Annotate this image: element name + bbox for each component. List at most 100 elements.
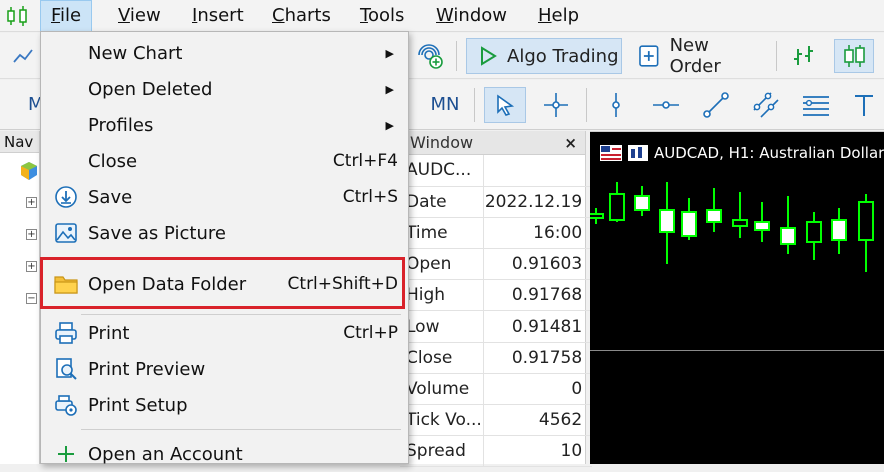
menu-bar: File View Insert Charts Tools Window Hel… xyxy=(0,0,884,32)
tree-collapse-icon[interactable]: − xyxy=(26,293,37,304)
table-row: Volume 0 xyxy=(400,373,593,406)
menu-item-shortcut: Ctrl+P xyxy=(343,323,398,343)
text-tool-icon[interactable] xyxy=(846,87,882,123)
menu-insert[interactable]: Insert xyxy=(182,0,254,32)
table-row: Open 0.91603 xyxy=(400,248,593,281)
candle-body xyxy=(831,219,847,241)
menu-item-shortcut: Ctrl+S xyxy=(342,187,398,207)
candle-body xyxy=(858,201,874,241)
menu-file-label: ile xyxy=(60,5,82,26)
table-row: Time 16:00 xyxy=(400,217,593,250)
menu-window[interactable]: Window xyxy=(426,0,517,32)
menu-window-label: indow xyxy=(453,5,507,26)
toolbar-separator xyxy=(586,88,587,122)
data-key: Close xyxy=(400,342,484,374)
submenu-arrow-icon: ▶ xyxy=(385,46,394,60)
new-order-icon xyxy=(639,45,659,67)
menu-item-label: Print xyxy=(88,322,130,344)
tree-expand-icon[interactable]: + xyxy=(26,229,37,240)
menu-item-print-preview[interactable]: Print Preview xyxy=(41,351,408,387)
menu-charts[interactable]: Charts xyxy=(262,0,341,32)
table-row: Tick Vo... 4562 xyxy=(400,404,593,437)
menu-tools[interactable]: Tools xyxy=(350,0,414,32)
table-row: Spread 10 xyxy=(400,435,593,468)
data-key: High xyxy=(400,279,484,312)
data-value: 0.91481 xyxy=(483,310,593,343)
picture-icon xyxy=(53,220,79,246)
menu-item-new-chart[interactable]: New Chart ▶ xyxy=(41,35,408,71)
chart-subwindow-divider xyxy=(590,350,884,351)
trend-line-icon[interactable] xyxy=(696,87,736,123)
account-cube-icon xyxy=(20,161,38,186)
menu-item-close[interactable]: Close Ctrl+F4 xyxy=(41,143,408,179)
toolbar-separator xyxy=(474,88,475,122)
menu-item-open-account[interactable]: Open an Account xyxy=(41,436,408,472)
data-value: 0.91768 xyxy=(483,279,593,312)
menu-item-print[interactable]: Print Ctrl+P xyxy=(41,315,408,351)
candle-body xyxy=(754,221,770,231)
data-key: Open xyxy=(400,248,484,281)
new-order-button[interactable]: New Order xyxy=(630,35,764,77)
algo-trading-label: Algo Trading xyxy=(507,45,619,67)
chart-line-icon[interactable] xyxy=(8,41,38,71)
menu-help[interactable]: Help xyxy=(528,0,589,32)
vertical-line-icon[interactable] xyxy=(598,87,634,123)
candlestick-chart-icon[interactable] xyxy=(834,39,874,73)
bar-chart-icon[interactable] xyxy=(788,41,820,71)
navigator-header: Nav xyxy=(0,131,39,153)
timeframe-mn-button[interactable]: MN xyxy=(420,88,470,122)
app-candles-icon[interactable] xyxy=(4,4,34,28)
data-key: Time xyxy=(400,217,484,250)
data-value: 16:00 xyxy=(483,217,593,250)
file-menu-dropdown: New Chart ▶ Open Deleted ▶ Profiles ▶ Cl… xyxy=(40,31,409,465)
menu-tools-label: ools xyxy=(367,5,405,26)
menu-insert-label: nsert xyxy=(197,5,244,26)
horizontal-line-icon[interactable] xyxy=(646,87,686,123)
toolbar-separator xyxy=(456,41,457,71)
crosshair-icon[interactable] xyxy=(536,87,576,123)
candle-body xyxy=(609,193,625,221)
menu-item-profiles[interactable]: Profiles ▶ xyxy=(41,107,408,143)
candle-body xyxy=(706,209,722,223)
fibonacci-icon[interactable] xyxy=(796,87,836,123)
table-row: Low 0.91481 xyxy=(400,310,593,343)
menu-charts-label: harts xyxy=(284,5,331,26)
menu-item-open-deleted[interactable]: Open Deleted ▶ xyxy=(41,71,408,107)
candle-body xyxy=(732,219,748,227)
cursor-arrow-icon[interactable] xyxy=(484,87,526,123)
data-key: Spread xyxy=(400,435,484,468)
menu-item-save-as-picture[interactable]: Save as Picture xyxy=(41,215,408,251)
menu-item-label: Save xyxy=(88,186,133,208)
table-row: High 0.91768 xyxy=(400,279,593,312)
table-row: AUDC... xyxy=(400,155,593,187)
menu-item-save[interactable]: Save Ctrl+S xyxy=(41,179,408,215)
tree-expand-icon[interactable]: + xyxy=(26,261,37,272)
tree-expand-icon[interactable]: + xyxy=(26,197,37,208)
close-icon[interactable]: × xyxy=(564,131,577,155)
data-window: Window × AUDC... Date 2022.12.19 Time 16:0… xyxy=(400,131,593,468)
chart-window[interactable]: AUDCAD, H1: Australian Dollar xyxy=(590,131,884,464)
candle-body xyxy=(780,227,796,245)
market-watch-icon[interactable] xyxy=(414,41,446,71)
menu-item-label: Save as Picture xyxy=(88,222,226,244)
channel-icon[interactable] xyxy=(746,87,786,123)
data-window-header: Window × xyxy=(400,131,585,155)
menu-view-label: iew xyxy=(129,5,161,26)
menu-item-label: Profiles xyxy=(88,114,154,136)
chart-title: AUDCAD, H1: Australian Dollar xyxy=(600,144,884,162)
data-window-table: AUDC... Date 2022.12.19 Time 16:00 Open 0.9… xyxy=(400,155,593,468)
menu-item-label: Close xyxy=(88,150,138,172)
data-window-title: Window xyxy=(410,133,474,152)
menu-file-mnemonic: F xyxy=(51,5,61,26)
menu-file[interactable]: File xyxy=(40,0,93,32)
data-key: Date xyxy=(400,186,484,218)
algo-trading-button[interactable]: Algo Trading xyxy=(466,38,622,74)
candle-body xyxy=(634,195,650,211)
menu-item-print-setup[interactable]: Print Setup xyxy=(41,387,408,423)
plus-icon xyxy=(53,441,79,467)
data-key: Tick Vo... xyxy=(400,404,484,437)
candlestick-series xyxy=(590,182,874,272)
data-key: Volume xyxy=(400,373,484,406)
chart-title-text: AUDCAD, H1: Australian Dollar xyxy=(654,144,884,162)
menu-view[interactable]: View xyxy=(108,0,171,32)
